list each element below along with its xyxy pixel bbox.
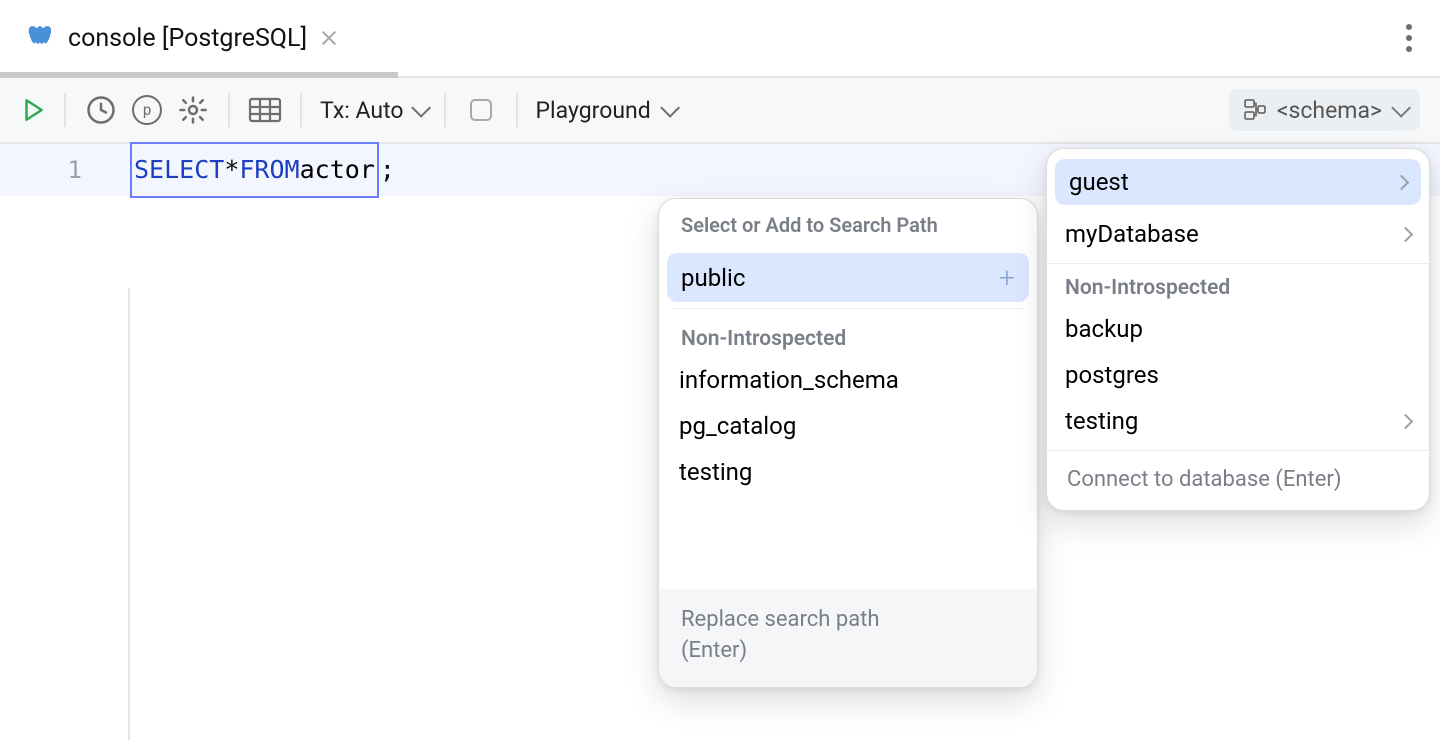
editor-area: 1 SELECT * FROM actor ; Select or Add to…	[0, 144, 1440, 740]
db-item-testing[interactable]: testing	[1047, 398, 1429, 444]
plus-icon[interactable]: +	[999, 261, 1015, 294]
tab-title: console [PostgreSQL]	[68, 24, 307, 53]
db-item-guest[interactable]: guest	[1055, 159, 1421, 205]
identifier-actor: actor	[300, 144, 375, 196]
search-path-popup: Select or Add to Search Path public + No…	[658, 198, 1038, 688]
search-path-footer: Replace search path (Enter)	[659, 589, 1037, 687]
p-circle-icon[interactable]: p	[132, 95, 162, 125]
footer-line: Replace search path	[681, 605, 1015, 636]
search-path-item-label: public	[681, 264, 745, 292]
kebab-menu-icon[interactable]	[1406, 24, 1412, 52]
toolbar-separator	[64, 93, 66, 127]
chevron-down-icon	[411, 98, 431, 118]
db-item-backup[interactable]: backup	[1047, 306, 1429, 352]
toolbar-separator	[228, 93, 230, 127]
playground-label: Playground	[536, 97, 651, 124]
chevron-right-icon	[1394, 174, 1410, 190]
db-item-label: backup	[1065, 315, 1143, 343]
schema-selector[interactable]: <schema>	[1229, 89, 1420, 131]
run-icon[interactable]	[20, 97, 46, 123]
divider	[673, 308, 1023, 309]
tab-bar: console [PostgreSQL]	[0, 0, 1440, 78]
search-path-item-label: information_schema	[679, 366, 899, 394]
line-number: 1	[0, 144, 130, 196]
non-introspected-title: Non-Introspected	[1047, 264, 1429, 306]
tx-mode-label: Tx: Auto	[320, 97, 404, 124]
history-icon[interactable]	[84, 93, 118, 127]
token-star: *	[224, 144, 239, 196]
postgresql-icon	[28, 24, 54, 52]
close-icon[interactable]	[321, 30, 337, 46]
schema-icon	[1243, 99, 1267, 121]
db-item-label: postgres	[1065, 361, 1159, 389]
chevron-right-icon	[1398, 226, 1414, 242]
gutter-border	[128, 288, 130, 740]
db-item-mydatabase[interactable]: myDatabase	[1047, 211, 1429, 257]
keyword-select: SELECT	[134, 144, 224, 196]
search-path-item[interactable]: testing	[659, 449, 1037, 495]
editor-tab[interactable]: console [PostgreSQL]	[0, 0, 359, 76]
code-text: SELECT * FROM actor ;	[130, 144, 395, 196]
database-popup-footer: Connect to database (Enter)	[1047, 451, 1429, 510]
playground-dropdown[interactable]: Playground	[536, 97, 675, 124]
table-icon[interactable]	[248, 93, 282, 127]
db-item-label: testing	[1065, 407, 1138, 435]
db-item-label: myDatabase	[1065, 220, 1199, 248]
search-path-item-public[interactable]: public +	[667, 253, 1029, 302]
toolbar: p Tx: Auto Playground <schema>	[0, 78, 1440, 144]
stop-icon[interactable]	[464, 93, 498, 127]
chevron-down-icon	[660, 98, 680, 118]
search-path-item-label: testing	[679, 458, 752, 486]
tx-mode-dropdown[interactable]: Tx: Auto	[320, 97, 426, 124]
footer-line: (Enter)	[681, 636, 1015, 667]
keyword-from: FROM	[239, 144, 299, 196]
db-item-label: guest	[1069, 168, 1129, 196]
popup-spacer	[659, 495, 1037, 589]
toolbar-separator	[300, 93, 302, 127]
toolbar-separator	[444, 93, 446, 127]
gear-icon[interactable]	[176, 93, 210, 127]
search-path-item[interactable]: pg_catalog	[659, 403, 1037, 449]
sql-selection: SELECT * FROM actor	[130, 142, 379, 198]
search-path-title: Select or Add to Search Path	[659, 199, 1037, 247]
schema-label: <schema>	[1277, 97, 1382, 124]
chevron-down-icon	[1391, 98, 1411, 118]
search-path-item-label: pg_catalog	[679, 412, 796, 440]
search-path-item[interactable]: information_schema	[659, 357, 1037, 403]
database-popup: guest myDatabase Non-Introspected backup…	[1046, 148, 1430, 511]
toolbar-separator	[516, 93, 518, 127]
non-introspected-title: Non-Introspected	[659, 315, 1037, 357]
token-semicolon: ;	[380, 144, 395, 196]
db-item-postgres[interactable]: postgres	[1047, 352, 1429, 398]
chevron-right-icon	[1398, 413, 1414, 429]
